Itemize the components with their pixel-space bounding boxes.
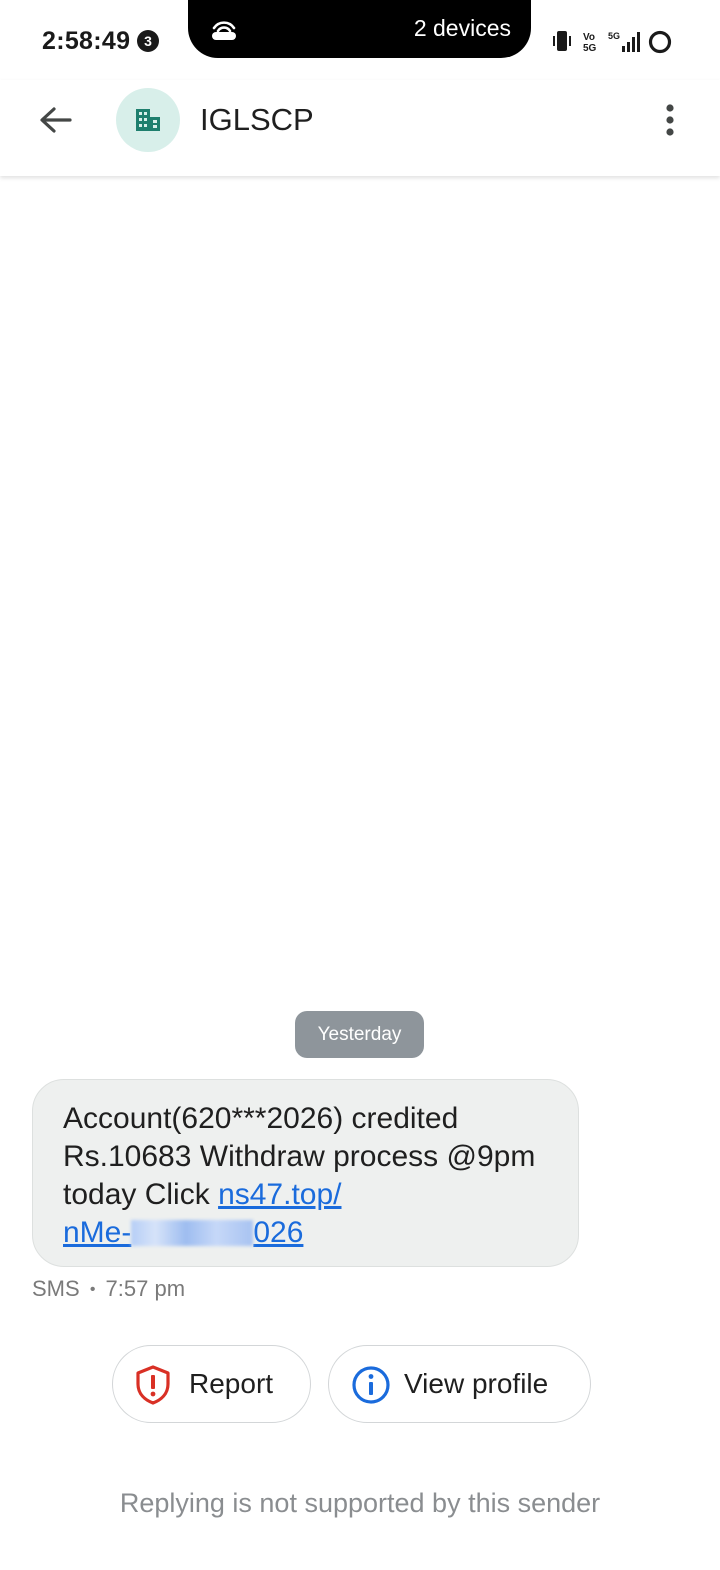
message-bubble[interactable]: Account(620***2026) credited Rs.10683 Wi… bbox=[32, 1079, 579, 1267]
message-channel: SMS bbox=[32, 1276, 80, 1301]
redacted-blur bbox=[131, 1220, 254, 1246]
volte-label-top: Vo bbox=[583, 32, 595, 43]
message-meta: SMS • 7:57 pm bbox=[32, 1276, 185, 1302]
meta-separator: • bbox=[89, 1281, 96, 1298]
view-profile-label: View profile bbox=[404, 1368, 549, 1399]
report-shield-icon bbox=[136, 1365, 170, 1405]
volte-icon: Vo 5G bbox=[583, 32, 597, 54]
reply-not-supported-note: Replying is not supported by this sender bbox=[119, 1488, 601, 1518]
network-label: 5G bbox=[608, 31, 620, 41]
message-text: Account(620***2026) credited Rs.10683 Wi… bbox=[63, 1100, 548, 1252]
view-profile-button[interactable]: View profile bbox=[328, 1345, 591, 1423]
dynamic-island[interactable]: 2 devices bbox=[188, 0, 531, 58]
5g-signal-icon: 5G bbox=[608, 31, 640, 52]
avatar[interactable] bbox=[116, 88, 180, 152]
volte-label-bottom: 5G bbox=[583, 43, 597, 54]
back-arrow-icon[interactable] bbox=[32, 98, 80, 146]
battery-ring-icon bbox=[648, 30, 672, 54]
message-time: 7:57 pm bbox=[105, 1276, 186, 1301]
date-divider-chip: Yesterday bbox=[295, 1011, 424, 1058]
system-status-icons: Vo 5G 5G bbox=[553, 30, 672, 54]
connected-devices-text: 2 devices bbox=[413, 15, 511, 41]
contact-name[interactable]: IGLSCP bbox=[200, 102, 314, 138]
vibrate-icon bbox=[553, 31, 571, 51]
report-button[interactable]: Report bbox=[112, 1345, 311, 1423]
more-options-icon[interactable] bbox=[650, 98, 690, 146]
notification-count-badge: 3 bbox=[137, 30, 159, 52]
status-bar: 2:58:49 3 2 devices Vo 5G 5G bbox=[0, 0, 720, 80]
report-label: Report bbox=[189, 1368, 274, 1399]
info-icon bbox=[352, 1366, 390, 1404]
app-bar: IGLSCP bbox=[0, 80, 720, 176]
hotspot-icon bbox=[212, 21, 236, 40]
status-clock: 2:58:49 bbox=[42, 27, 131, 55]
business-building-icon bbox=[136, 109, 160, 131]
